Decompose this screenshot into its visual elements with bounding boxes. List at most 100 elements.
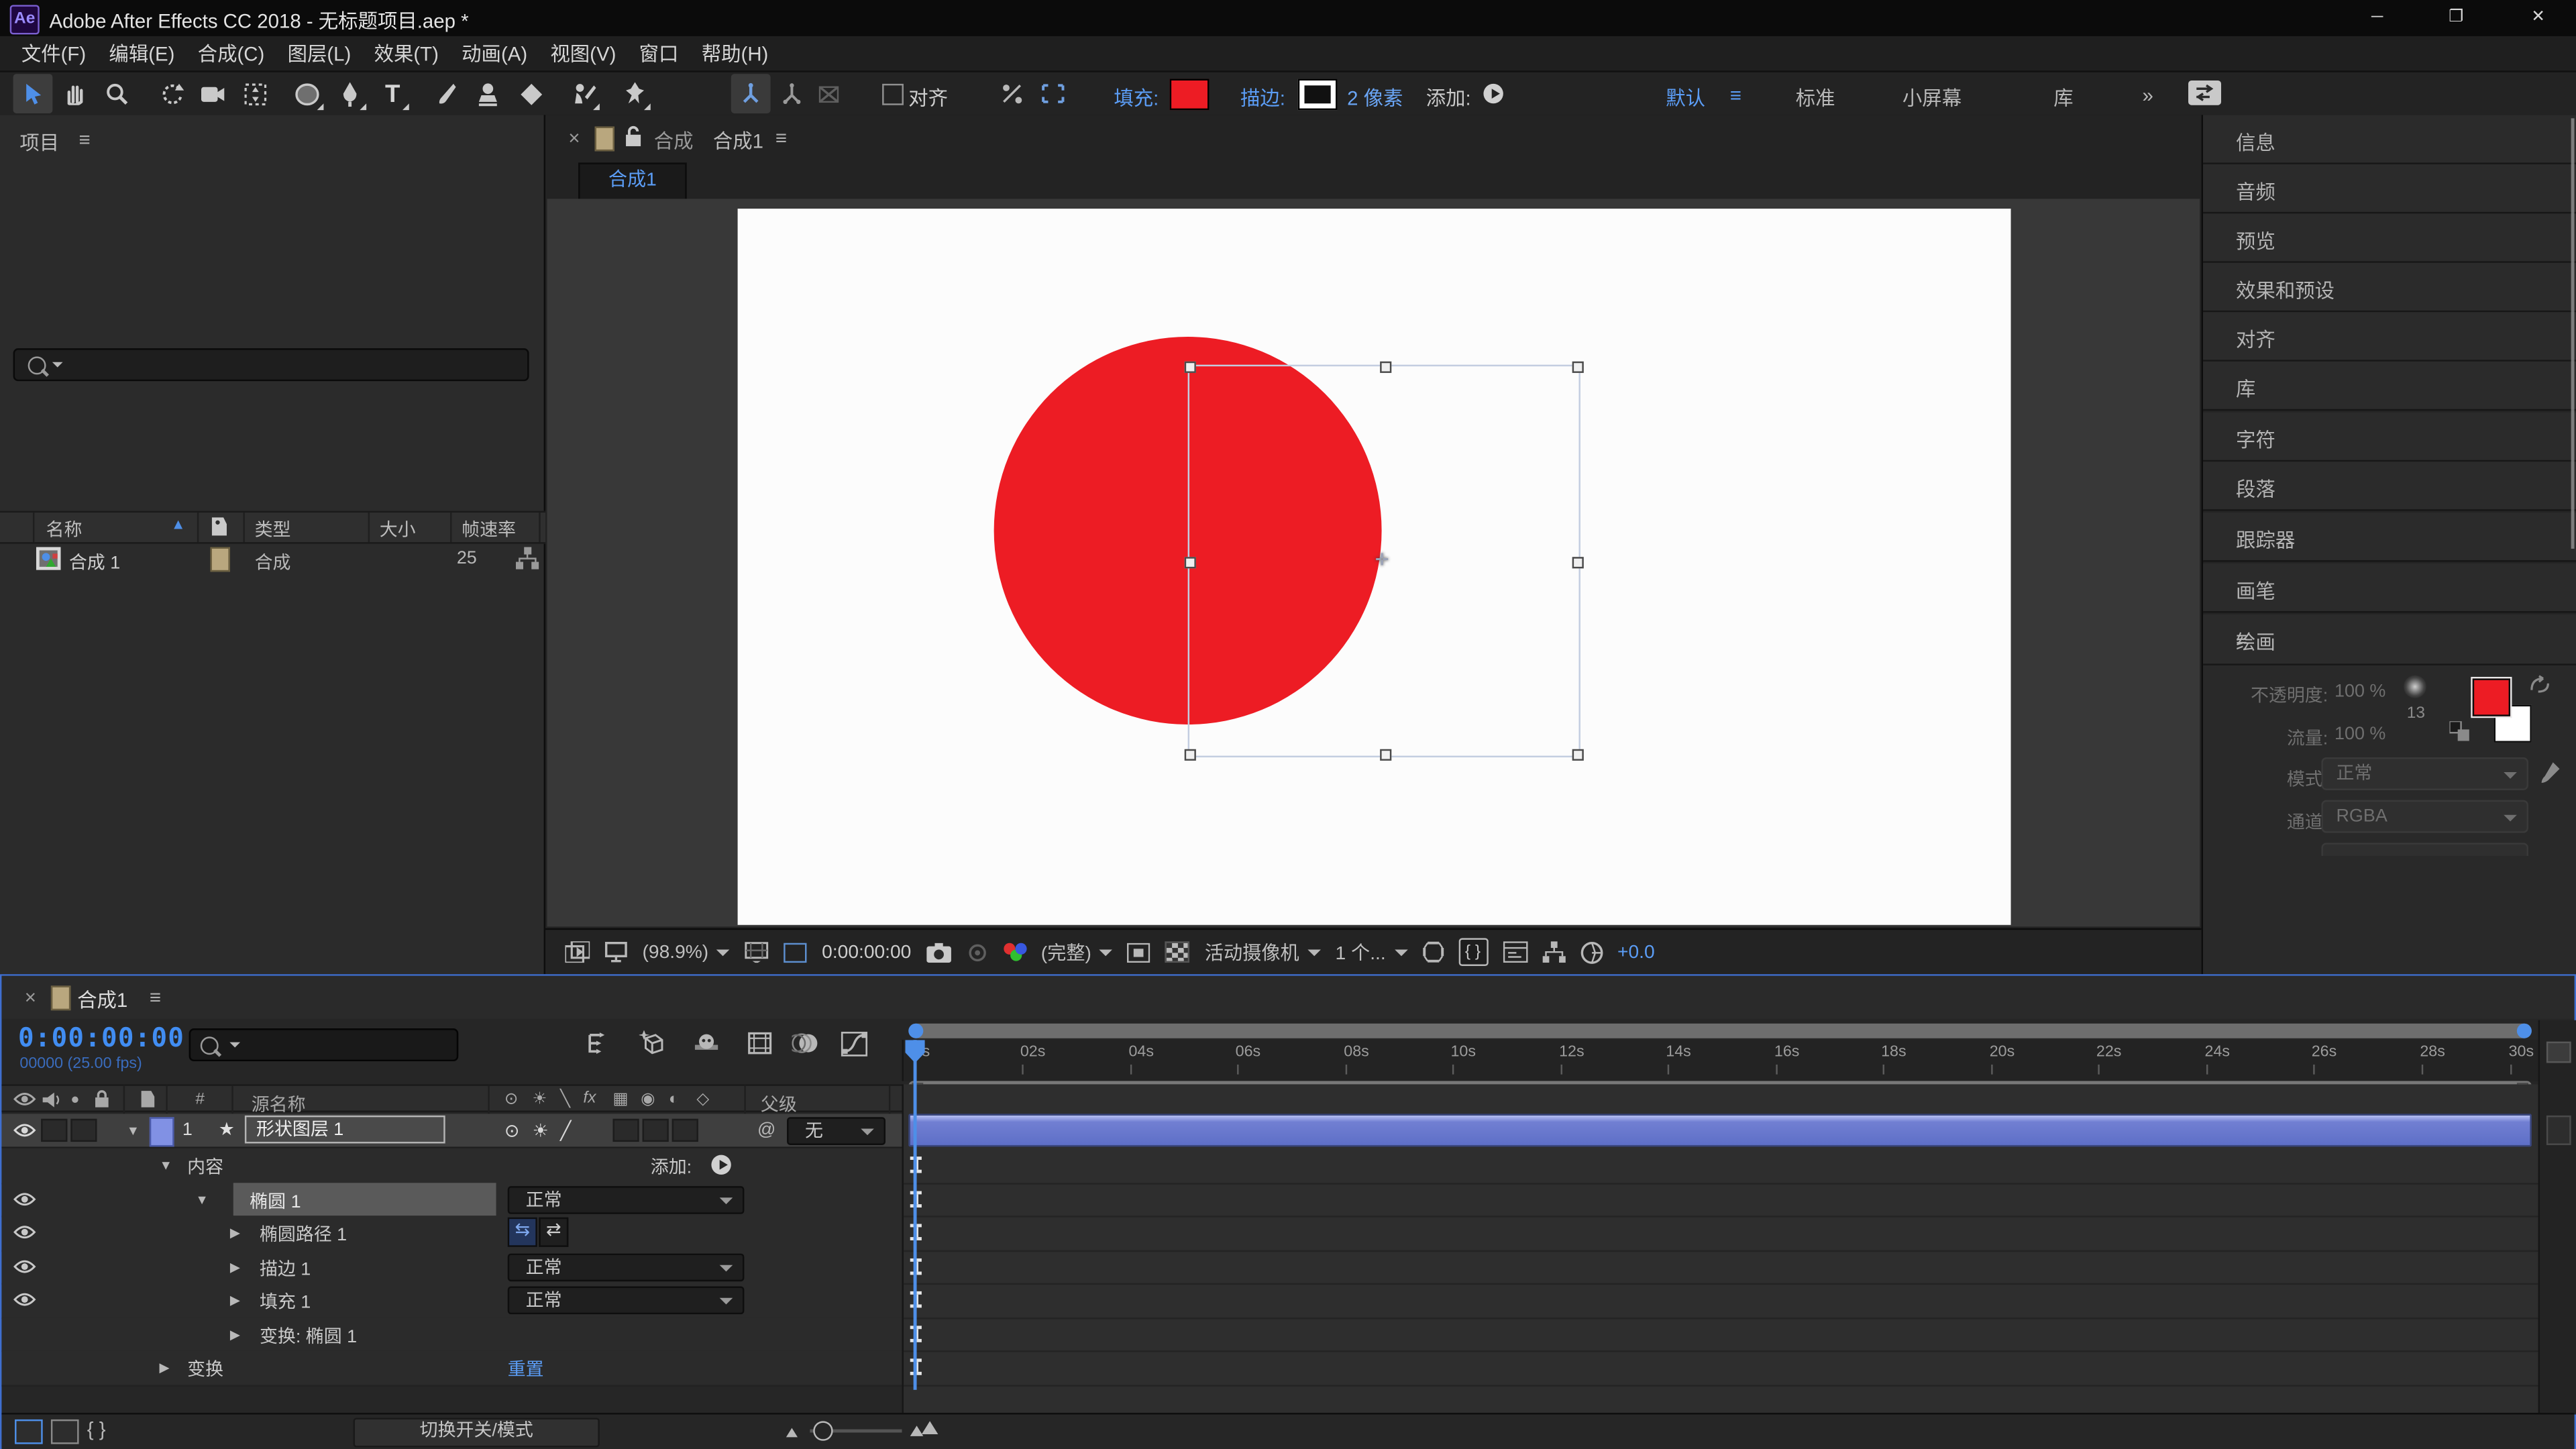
expand-in-out-columns-icon[interactable] [51,1419,79,1444]
menu-help[interactable]: 帮助(H) [690,40,780,68]
menu-animation[interactable]: 动画(A) [450,40,539,68]
shape-tool[interactable] [288,74,327,113]
show-snapshot-icon[interactable] [965,942,988,961]
time-ruler[interactable]: 0s 02s 04s 06s 08s 10s 12s 14s 16s 18s 2… [902,1040,2538,1081]
exposure-icon[interactable] [1580,941,1603,963]
frame-blending-icon[interactable] [741,1025,777,1061]
twirl-icon[interactable]: ▶ [160,1360,170,1375]
close-button[interactable]: ✕ [2500,0,2576,36]
workspace-libraries[interactable]: 库 [2053,84,2073,112]
column-name[interactable]: 名称 [46,516,83,542]
viewer-area[interactable]: ✛ [547,199,2200,926]
layer-duration-bar[interactable] [908,1114,2532,1146]
free-transform-icon[interactable] [1033,74,1073,113]
graph-editor-icon[interactable] [837,1025,873,1061]
selection-handle[interactable] [1185,362,1196,373]
timeline-zoom-slider-knob[interactable] [813,1421,833,1440]
layer-color-label[interactable] [150,1117,174,1146]
selection-handle[interactable] [1572,557,1584,568]
brush-tool[interactable] [425,74,465,113]
time-navigator[interactable] [908,1024,2532,1038]
camera-tool[interactable] [193,74,232,113]
fill-color-swatch[interactable] [1170,79,1210,111]
layer-twirl-icon[interactable]: ▼ [127,1124,140,1138]
roto-brush-tool[interactable] [564,74,603,113]
project-search-box[interactable] [13,348,529,381]
text-tool[interactable]: T [373,74,413,113]
eye-icon[interactable] [13,1291,36,1307]
layer-effects-switch[interactable]: ☀ [532,1120,548,1142]
layer-visibility-eye-icon[interactable] [13,1122,36,1138]
workspace-settings-icon[interactable] [2188,80,2221,105]
timeline-search-box[interactable] [189,1028,459,1061]
transparency-grid-icon[interactable] [1165,941,1190,963]
property-row-transform-ellipse-1[interactable]: ▶ 变换: 椭圆 1 [1,1317,902,1352]
pen-tool[interactable] [330,74,370,113]
panel-tab-effects-presets[interactable]: 效果和预设 [2203,263,2576,312]
toggle-switches-modes-button[interactable]: 切换开关/模式 [354,1417,600,1447]
twirl-icon[interactable]: ▶ [230,1226,240,1240]
add-property-icon[interactable] [711,1155,731,1175]
comp-marker-bin-icon[interactable] [2546,1116,2571,1145]
puppet-pin-tool[interactable] [614,74,654,113]
panel-tab-character[interactable]: 字符 [2203,413,2576,462]
fill-label[interactable]: 填充: [1114,84,1159,112]
channel-settings-icon[interactable] [1003,942,1026,961]
path-direction-toggle-icon[interactable]: ⇆ [508,1218,537,1247]
stroke-color-swatch[interactable] [1298,79,1338,111]
paint-panel-header[interactable]: 绘画 ≡ [2203,614,2576,665]
blend-mode-dropdown[interactable]: 正常 [508,1287,745,1315]
panel-tab-preview[interactable]: 预览 [2203,213,2576,262]
twirl-icon[interactable]: ▶ [230,1259,240,1274]
twirl-icon[interactable]: ▶ [230,1293,240,1307]
twirl-icon[interactable]: ▼ [160,1159,172,1173]
menu-layer[interactable]: 图层(L) [276,40,362,68]
flow-value[interactable]: 100 % [2334,724,2385,744]
layer-keyframe-switch[interactable]: ╱ [560,1120,571,1142]
target-region-icon[interactable] [1128,942,1150,961]
draft-3d-icon[interactable] [634,1025,670,1061]
parent-dropdown[interactable]: 无 [787,1117,885,1145]
foreground-color-swatch[interactable] [2473,678,2510,716]
always-preview-icon[interactable] [565,941,590,963]
paint-panel-menu-icon[interactable]: ≡ [2236,628,2558,651]
panel-tab-audio[interactable]: 音频 [2203,164,2576,213]
composition-canvas[interactable]: ✛ [738,209,2011,925]
property-row-stroke-1[interactable]: ▶ 描边 1 正常 [1,1249,902,1285]
comp-name-link[interactable]: 合成1 [713,127,763,155]
column-size[interactable]: 大小 [380,516,416,542]
comp-panel-menu-icon[interactable]: ≡ [775,127,787,150]
layer-name-field[interactable]: 形状图层 1 [245,1116,445,1144]
view-axis-mode-button[interactable] [808,74,848,113]
right-panel-scrollbar[interactable] [2571,118,2575,549]
clone-stamp-tool[interactable] [468,74,508,113]
motion-blur-icon[interactable] [787,1025,823,1061]
eye-icon[interactable] [13,1258,36,1274]
swap-colors-icon[interactable] [2528,676,2551,695]
row-label[interactable]: 变换: 椭圆 1 [260,1322,357,1348]
property-row-ellipse-1[interactable]: ▼ 椭圆 1 正常 [1,1182,902,1218]
workspace-standard[interactable]: 标准 [1796,84,1835,112]
transform-reset-link[interactable]: 重置 [508,1355,544,1381]
snapshot-icon[interactable] [926,942,951,961]
opacity-value[interactable]: 100 % [2334,682,2385,701]
zoom-out-mountain-icon[interactable] [786,1428,798,1438]
local-axis-mode-button[interactable] [731,74,771,113]
paint-mode-dropdown[interactable]: 正常 [2321,757,2528,790]
region-of-interest-icon[interactable] [784,942,807,961]
mask-visibility-icon[interactable] [992,74,1032,113]
expand-render-time-icon[interactable]: { } [87,1417,106,1440]
menu-edit[interactable]: 编辑(E) [97,40,186,68]
selection-bounding-box[interactable]: ✛ [1188,365,1580,757]
maximize-button[interactable]: ❐ [2418,0,2494,36]
item-label-swatch[interactable] [210,547,229,572]
row-label[interactable]: 椭圆 1 [250,1187,301,1213]
panel-tab-paragraph[interactable]: 段落 [2203,462,2576,511]
default-colors-icon[interactable] [2449,721,2471,743]
parent-pickwhip-icon[interactable]: @ [757,1120,775,1140]
hand-tool[interactable] [56,74,95,113]
eye-icon[interactable] [13,1190,36,1206]
selection-handle[interactable] [1572,749,1584,761]
twirl-icon[interactable]: ▼ [195,1192,208,1207]
paint-channel-dropdown[interactable]: RGBA [2321,800,2528,833]
